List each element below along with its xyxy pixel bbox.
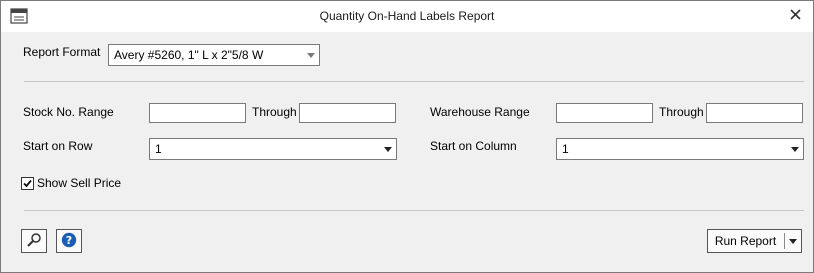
title-bar: Quantity On-Hand Labels Report: [1, 1, 813, 32]
warehouse-range-from-input[interactable]: [556, 103, 653, 123]
stock-range-to-input[interactable]: [299, 103, 396, 123]
help-icon: ?: [61, 232, 77, 251]
show-sell-price-checkbox[interactable]: [21, 177, 34, 190]
stock-range-label-text: Stock No. Range: [23, 105, 114, 119]
start-column-value: 1: [562, 142, 569, 156]
report-options-panel: Report Format Avery #5260, 1" L x 2"5/8 …: [10, 32, 804, 265]
start-column-select[interactable]: 1: [556, 138, 804, 160]
magnifier-icon: [26, 232, 42, 251]
report-format-label: Report Format: [23, 45, 101, 59]
start-row-value: 1: [155, 142, 162, 156]
stock-range-label: Stock No. Range: [23, 105, 114, 119]
help-button[interactable]: ?: [56, 229, 82, 253]
run-report-button[interactable]: Run Report: [708, 230, 783, 252]
divider-top: [24, 81, 804, 82]
report-format-select[interactable]: Avery #5260, 1" L x 2"5/8 W: [108, 44, 320, 66]
chevron-down-icon: [791, 147, 799, 152]
window-title: Quantity On-Hand Labels Report: [319, 9, 495, 23]
stock-range-from-input[interactable]: [149, 103, 246, 123]
show-sell-price-label[interactable]: Show Sell Price: [37, 176, 121, 190]
start-row-label: Start on Row: [23, 139, 93, 153]
svg-text:?: ?: [66, 234, 72, 247]
chevron-down-icon: [789, 239, 797, 244]
start-column-label: Start on Column: [430, 139, 517, 153]
report-dialog: Quantity On-Hand Labels Report Report Fo…: [0, 0, 814, 273]
divider-bottom: [24, 210, 804, 211]
run-report-dropdown[interactable]: [785, 230, 801, 252]
close-icon: [789, 9, 801, 23]
stock-through-label: Through: [252, 105, 297, 119]
chevron-down-icon: [384, 147, 392, 152]
warehouse-through-label: Through: [659, 105, 704, 119]
report-format-value: Avery #5260, 1" L x 2"5/8 W: [114, 48, 264, 62]
checkmark-icon: [23, 179, 32, 188]
warehouse-range-to-input[interactable]: [706, 103, 803, 123]
start-row-select[interactable]: 1: [149, 138, 397, 160]
preview-button[interactable]: [21, 229, 47, 253]
warehouse-range-label: Warehouse Range: [430, 105, 530, 119]
chevron-down-icon: [307, 53, 315, 58]
close-button[interactable]: [783, 4, 807, 28]
run-report-split-button: Run Report: [707, 229, 802, 253]
